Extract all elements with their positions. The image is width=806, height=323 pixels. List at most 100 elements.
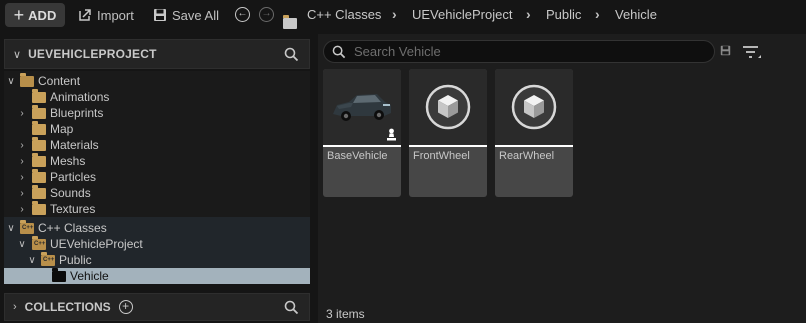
- cube-icon: [409, 69, 487, 145]
- tree-item-meshs[interactable]: › Meshs: [17, 152, 86, 169]
- save-search-icon[interactable]: [720, 45, 731, 56]
- import-label: Import: [97, 7, 134, 23]
- folder-icon: [283, 14, 297, 29]
- collections-title: COLLECTIONS: [24, 300, 111, 314]
- tree-item-label: Vehicle: [70, 269, 109, 283]
- item-count: 3 items: [326, 307, 365, 321]
- tree-item-vehicle[interactable]: Vehicle: [52, 267, 109, 284]
- car-thumbnail-image: [333, 94, 391, 121]
- add-collection-icon[interactable]: +: [118, 300, 133, 314]
- save-all-button[interactable]: Save All: [153, 3, 219, 27]
- collections-header[interactable]: › COLLECTIONS +: [4, 293, 310, 321]
- chevron-right-icon: ›: [392, 6, 397, 22]
- folder-icon: [32, 184, 46, 199]
- breadcrumb-vehicle[interactable]: Vehicle: [615, 7, 657, 22]
- tree-item-map[interactable]: Map: [32, 120, 74, 137]
- folder-icon: [32, 88, 46, 103]
- folder-icon: [32, 136, 46, 151]
- asset-tile-frontwheel[interactable]: FrontWheel: [409, 69, 487, 197]
- tree-item-label: Particles: [50, 170, 97, 184]
- folder-icon: [52, 267, 66, 282]
- chevron-right-icon: ›: [595, 6, 600, 22]
- tree-item-uevehicleproject[interactable]: ∨ C++ UEVehicleProject: [17, 235, 143, 252]
- chevron-right-icon[interactable]: ›: [17, 156, 27, 167]
- cpp-folder-icon: C++: [20, 219, 34, 234]
- asset-type-bar: [323, 145, 401, 147]
- tree-item-textures[interactable]: › Textures: [17, 200, 96, 217]
- plus-icon: +: [13, 5, 25, 25]
- save-all-label: Save All: [172, 7, 219, 23]
- chevron-right-icon[interactable]: ›: [13, 301, 17, 313]
- tree-item-label: Materials: [50, 138, 99, 152]
- import-icon: [79, 9, 91, 21]
- asset-search-input[interactable]: [354, 44, 694, 59]
- tree-item-content[interactable]: ∨ Content: [6, 72, 81, 89]
- filter-icon[interactable]: [742, 44, 762, 60]
- car-thumbnail: [323, 69, 401, 145]
- search-icon[interactable]: [284, 47, 299, 62]
- tree-item-animations[interactable]: Animations: [32, 88, 110, 105]
- chevron-right-icon[interactable]: ›: [17, 108, 27, 119]
- tree-item-label: UEVehicleProject: [50, 237, 143, 251]
- cube-icon: [495, 69, 573, 145]
- tree-item-materials[interactable]: › Materials: [17, 136, 99, 153]
- tree-item-label: Sounds: [50, 186, 91, 200]
- folder-icon: [32, 120, 46, 135]
- chevron-down-icon[interactable]: ∨: [17, 239, 27, 250]
- asset-tile-basevehicle[interactable]: BaseVehicle: [323, 69, 401, 197]
- asset-search-box[interactable]: [323, 40, 715, 63]
- search-icon: [332, 45, 346, 58]
- chevron-down-icon[interactable]: ∨: [27, 255, 37, 266]
- asset-type-bar: [495, 145, 573, 147]
- breadcrumb-cpp-classes[interactable]: C++ Classes: [307, 7, 381, 22]
- tree-item-particles[interactable]: › Particles: [17, 168, 97, 185]
- tree-item-label: Map: [50, 122, 74, 136]
- chevron-right-icon[interactable]: ›: [17, 140, 27, 151]
- forward-arrow-icon[interactable]: →: [259, 7, 274, 22]
- asset-name: BaseVehicle: [327, 150, 388, 162]
- add-button[interactable]: + ADD: [5, 3, 65, 27]
- chevron-right-icon[interactable]: ›: [17, 172, 27, 183]
- tree-item-cpp-classes[interactable]: ∨ C++ C++ Classes: [6, 219, 107, 236]
- chevron-down-icon[interactable]: ∨: [6, 76, 16, 87]
- cpp-class-cube-icon: [425, 84, 471, 130]
- tree-item-label: Public: [59, 253, 92, 267]
- asset-name: RearWheel: [499, 150, 555, 162]
- asset-view: BaseVehicle FrontWheel RearWheel 3 i: [318, 34, 806, 323]
- open-folder-icon: [20, 72, 34, 87]
- cpp-folder-icon: C++: [32, 235, 46, 250]
- folder-icon: [32, 200, 46, 215]
- tree-item-label: Content: [38, 74, 81, 88]
- chevron-down-icon[interactable]: ∨: [13, 48, 21, 61]
- tree-item-sounds[interactable]: › Sounds: [17, 184, 91, 201]
- tree-item-label: Animations: [50, 90, 110, 104]
- chevron-right-icon[interactable]: ›: [17, 204, 27, 215]
- chevron-right-icon[interactable]: ›: [17, 188, 27, 199]
- sources-header[interactable]: ∨ UEVEHICLEPROJECT: [4, 39, 310, 69]
- cpp-class-cube-icon: [511, 84, 557, 130]
- selected-row-highlight: [4, 268, 310, 284]
- tree-item-label: Blueprints: [50, 106, 104, 120]
- breadcrumb-uevehicleproject[interactable]: UEVehicleProject: [412, 7, 512, 22]
- back-arrow-icon[interactable]: ←: [235, 7, 250, 22]
- asset-tile-rearwheel[interactable]: RearWheel: [495, 69, 573, 197]
- tree-item-label: Meshs: [50, 154, 86, 168]
- chevron-down-icon[interactable]: ∨: [6, 223, 16, 234]
- save-icon: [154, 9, 166, 21]
- folder-icon: [32, 104, 46, 119]
- tree-item-blueprints[interactable]: › Blueprints: [17, 104, 104, 121]
- breadcrumb-public[interactable]: Public: [546, 7, 581, 22]
- toolbar: + ADD Import Save All ← → C++ Classes › …: [0, 0, 806, 30]
- folder-icon: [32, 168, 46, 183]
- folder-icon: [32, 152, 46, 167]
- tree-item-label: C++ Classes: [38, 221, 107, 235]
- import-button[interactable]: Import: [78, 3, 134, 27]
- search-icon[interactable]: [284, 300, 299, 315]
- asset-name: FrontWheel: [413, 150, 470, 162]
- tree-item-public[interactable]: ∨ C++ Public: [27, 251, 92, 268]
- sources-title: UEVEHICLEPROJECT: [28, 47, 157, 61]
- chevron-right-icon: ›: [526, 6, 531, 22]
- tree-item-label: Textures: [50, 202, 96, 216]
- pawn-icon: [387, 128, 396, 141]
- asset-type-bar: [409, 145, 487, 147]
